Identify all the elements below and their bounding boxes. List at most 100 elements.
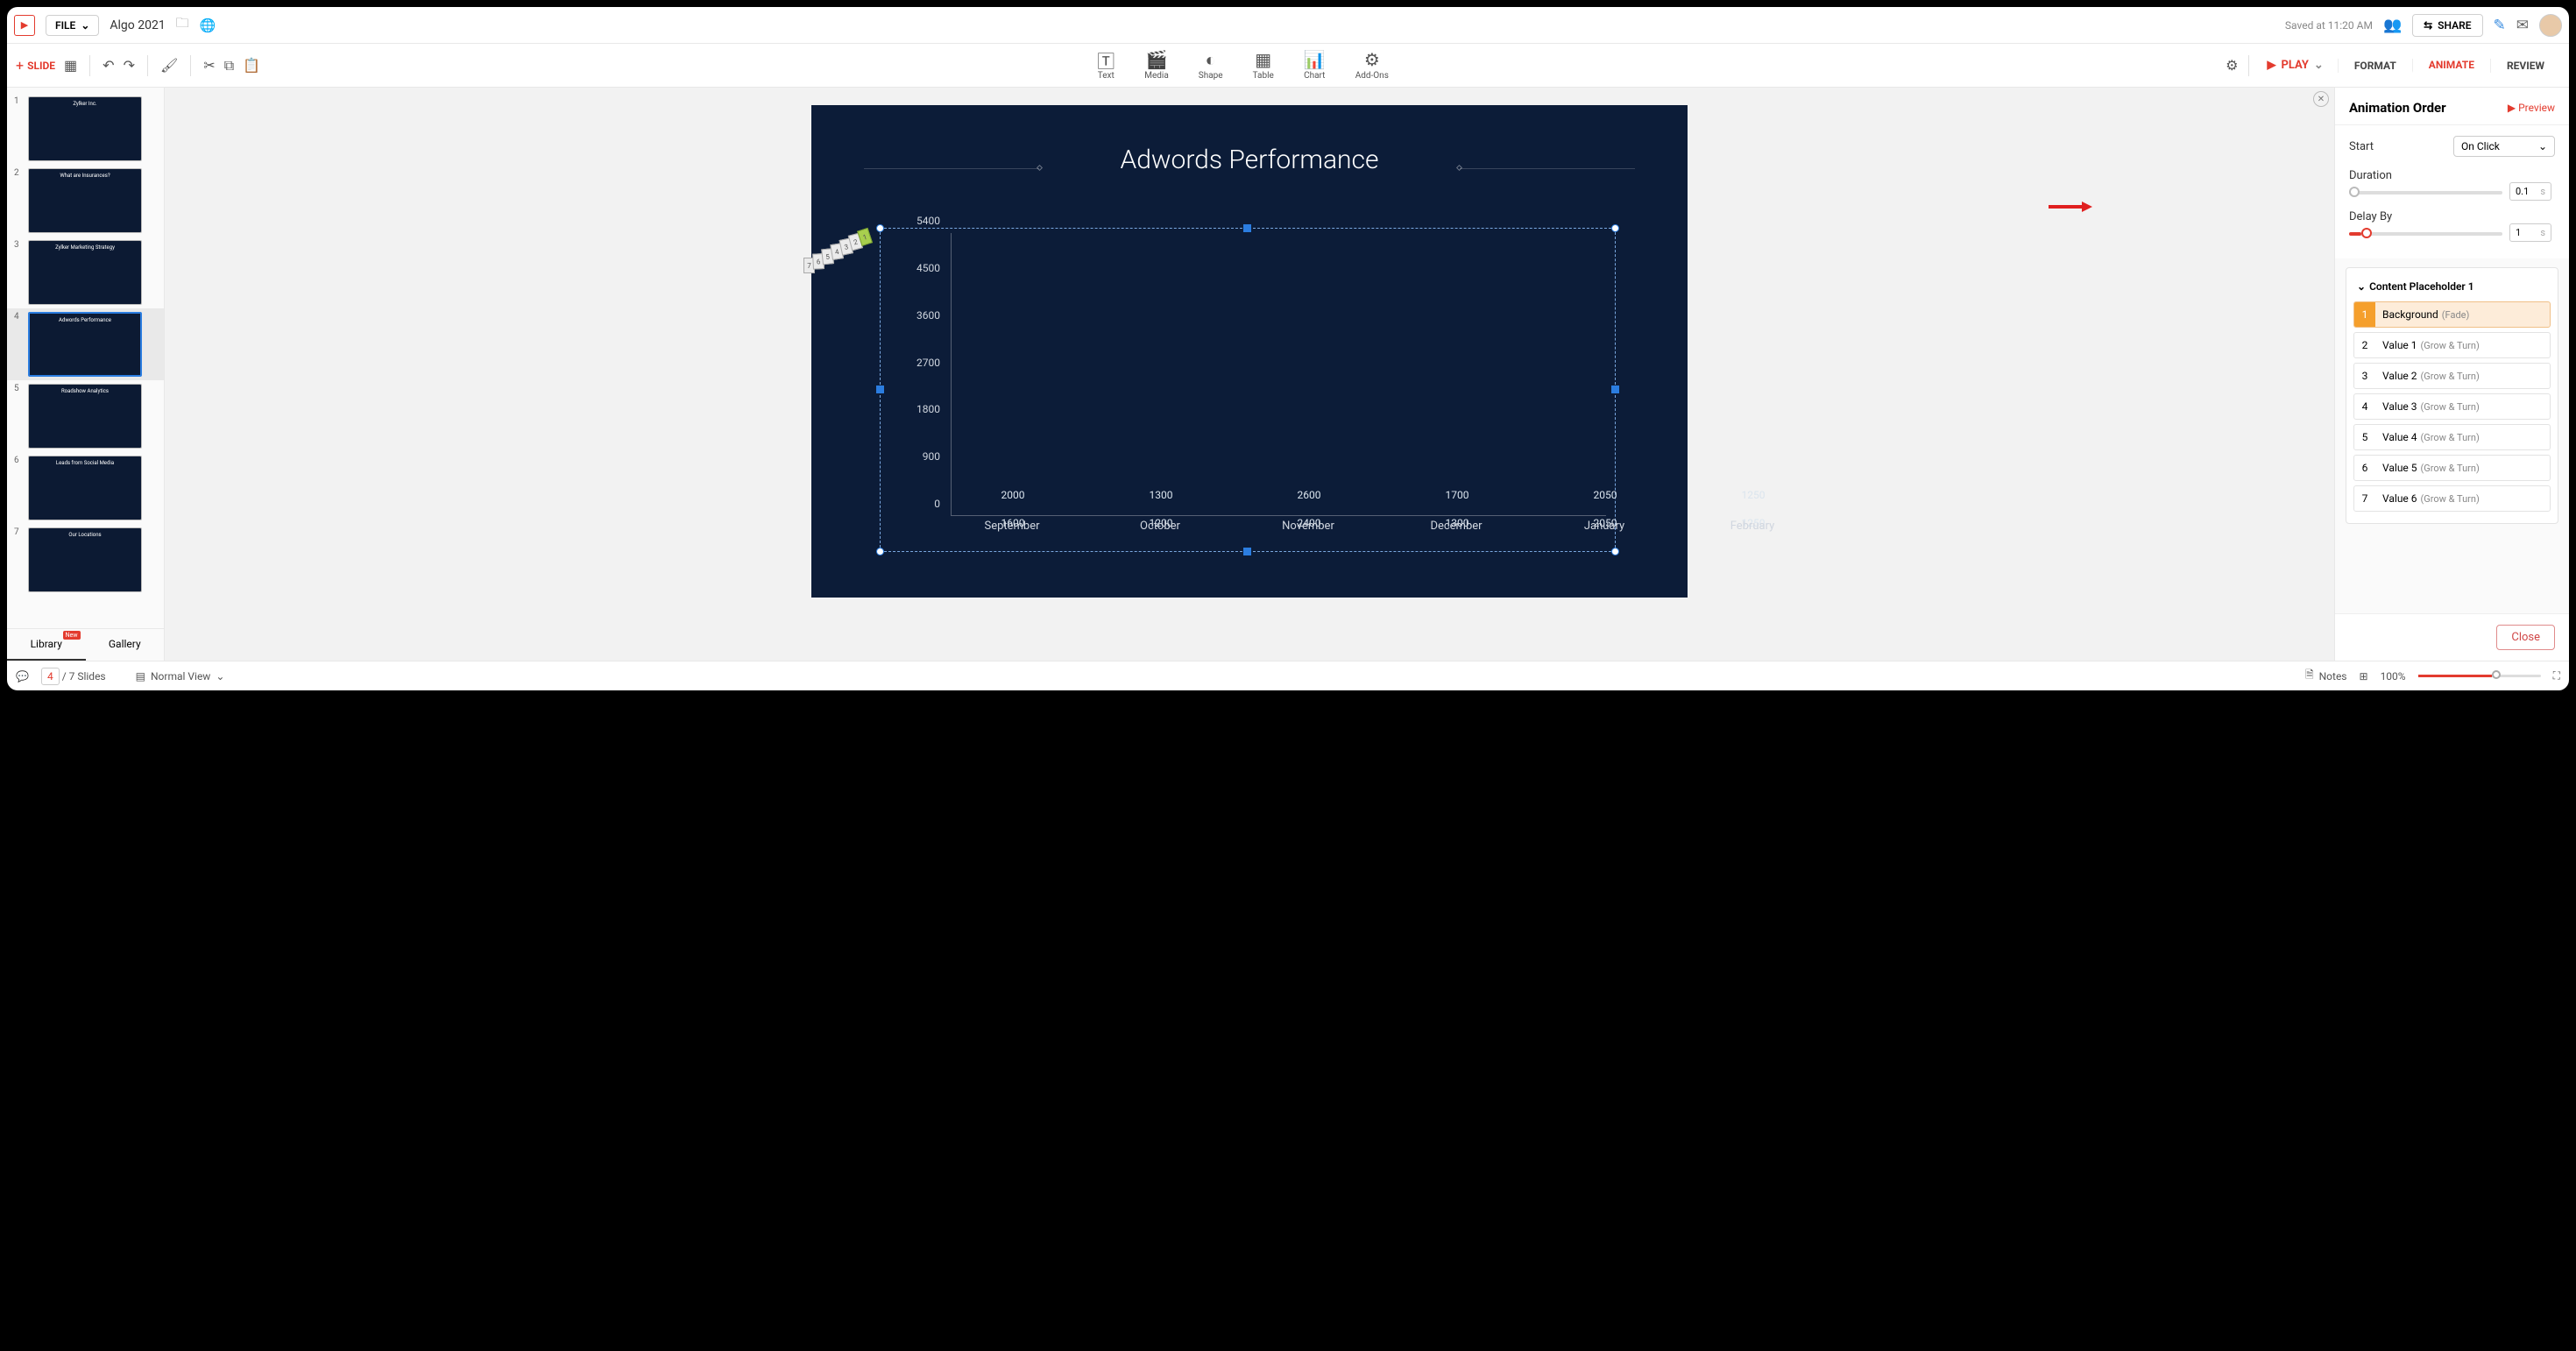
y-tick-label: 5400 [916, 215, 940, 227]
share-button[interactable]: ⇆ SHARE [2412, 14, 2482, 37]
table-icon: ▦ [1255, 50, 1271, 69]
animation-item[interactable]: 3Value 2(Grow & Turn) [2353, 363, 2551, 389]
comments-icon[interactable]: 💬 [16, 670, 29, 683]
resize-handle[interactable] [876, 548, 884, 555]
insert-text-button[interactable]: 🅃Text [1097, 50, 1115, 81]
share-label: SHARE [2438, 19, 2471, 32]
zoom-slider[interactable] [2418, 675, 2541, 677]
layout-icon[interactable]: ▦ [64, 57, 77, 74]
tab-animate[interactable]: ANIMATE [2412, 59, 2490, 73]
folder-icon[interactable]: 🗀 [176, 14, 189, 36]
collaborators-icon[interactable]: 👥 [2383, 17, 2402, 34]
view-mode-select[interactable]: ▤ Normal View ⌄ [136, 670, 225, 683]
resize-handle[interactable] [876, 385, 884, 393]
current-slide-number[interactable]: 4 [41, 668, 60, 685]
slide[interactable]: Adwords Performance 7654321 090018002700… [811, 105, 1688, 598]
tab-format[interactable]: FORMAT [2338, 59, 2412, 73]
paste-icon[interactable]: 📋 [243, 57, 260, 74]
callout-arrow-icon [2049, 200, 2092, 212]
animation-item[interactable]: 1Background(Fade) [2353, 301, 2551, 328]
x-tick-label: September [984, 520, 1039, 533]
x-tick-label: October [1140, 520, 1180, 533]
globe-icon[interactable]: 🌐 [200, 18, 216, 33]
fit-icon[interactable]: ⛶ [2553, 669, 2560, 683]
shape-icon: ◐ [1206, 50, 1216, 69]
resize-handle[interactable] [1611, 385, 1619, 393]
duration-slider[interactable]: 0.1s [2349, 191, 2502, 195]
delay-input[interactable]: 1s [2509, 223, 2551, 242]
slide-thumbnail[interactable]: 2What are Insurances? [7, 165, 164, 237]
file-menu-button[interactable]: FILE ⌄ [46, 15, 99, 36]
resize-handle[interactable] [876, 224, 884, 232]
resize-handle[interactable] [1243, 548, 1251, 555]
undo-icon[interactable]: ↶ [103, 57, 114, 74]
total-slides: / 7 Slides [62, 670, 106, 683]
x-tick-label: February [1730, 520, 1775, 533]
chart: 090018002700360045005400 1600 2000 1200 … [907, 233, 1606, 542]
start-select[interactable]: On Click ⌄ [2453, 136, 2555, 157]
insert-chart-button[interactable]: 📊Chart [1304, 50, 1326, 81]
avatar[interactable] [2539, 14, 2562, 37]
app-logo-icon: ▶ [14, 15, 35, 36]
zoom-value: 100% [2381, 670, 2406, 683]
cut-icon[interactable]: ✂ [203, 57, 215, 74]
slide-thumbnail[interactable]: 3Zylker Marketing Strategy [7, 237, 164, 308]
document-title[interactable]: Algo 2021 [110, 18, 165, 32]
insert-table-button[interactable]: ▦Table [1253, 50, 1274, 81]
chart-selection[interactable]: 7654321 090018002700360045005400 1600 20… [880, 228, 1616, 552]
media-icon: 🎬 [1146, 50, 1168, 69]
close-panel-icon[interactable]: ✕ [2313, 91, 2329, 107]
chevron-down-icon: ⌄ [2357, 280, 2366, 293]
slide-thumbnail[interactable]: 7Our Locations [7, 524, 164, 596]
format-painter-icon[interactable]: 🖌 [160, 57, 178, 74]
share-icon: ⇆ [2424, 19, 2432, 32]
panel-tab-library[interactable]: Library New [7, 629, 86, 661]
resize-handle[interactable] [1243, 224, 1251, 232]
duration-label: Duration [2349, 169, 2392, 182]
y-tick-label: 1800 [916, 403, 940, 415]
settings-icon[interactable]: ⚙ [2226, 57, 2238, 74]
resize-handle[interactable] [1611, 224, 1619, 232]
canvas[interactable]: ✕ Adwords Performance 7654321 [165, 88, 2334, 661]
animation-panel-title: Animation Order [2349, 100, 2446, 116]
view-icon: ▤ [136, 670, 145, 683]
mail-icon[interactable]: ✉ [2516, 17, 2529, 34]
chevron-down-icon: ⌄ [2538, 140, 2547, 152]
copy-icon[interactable]: ⧉ [224, 57, 234, 74]
panel-tab-gallery[interactable]: Gallery [86, 629, 165, 661]
delay-slider[interactable]: 1s [2349, 232, 2502, 236]
preview-button[interactable]: ▶Preview [2508, 102, 2555, 114]
chevron-down-icon: ⌄ [2314, 59, 2324, 72]
resize-handle[interactable] [1611, 548, 1619, 555]
notes-button[interactable]: 🗎Notes [2305, 667, 2347, 685]
duration-input[interactable]: 0.1s [2509, 182, 2551, 201]
animation-item[interactable]: 5Value 4(Grow & Turn) [2353, 424, 2551, 450]
file-menu-label: FILE [55, 19, 75, 32]
animation-item[interactable]: 2Value 1(Grow & Turn) [2353, 332, 2551, 358]
start-label: Start [2349, 140, 2374, 153]
redo-icon[interactable]: ↷ [124, 57, 135, 74]
y-tick-label: 0 [934, 498, 940, 510]
addons-button[interactable]: ⚙Add-Ons [1355, 50, 1389, 81]
insert-media-button[interactable]: 🎬Media [1144, 50, 1169, 81]
slide-thumbnail[interactable]: 4Adwords Performance [7, 308, 164, 380]
new-slide-button[interactable]: + SLIDE [16, 57, 55, 74]
brush-icon[interactable]: ✎ [2494, 17, 2506, 34]
grid-icon[interactable]: ⊞ [2360, 670, 2368, 683]
slide-thumbnail[interactable]: 5Roadshow Analytics [7, 380, 164, 452]
toolbar: + SLIDE ▦ ↶ ↷ 🖌 ✂ ⧉ 📋 🅃Text 🎬Media ◐Shap… [7, 44, 2569, 88]
animation-item[interactable]: 7Value 6(Grow & Turn) [2353, 485, 2551, 512]
insert-shape-button[interactable]: ◐Shape [1199, 50, 1223, 81]
slide-thumbnail[interactable]: 6Leads from Social Media [7, 452, 164, 524]
animation-item[interactable]: 4Value 3(Grow & Turn) [2353, 393, 2551, 420]
slide-thumbnails: 1Zylker Inc.2What are Insurances?3Zylker… [7, 88, 164, 628]
slide-thumbnail[interactable]: 1Zylker Inc. [7, 93, 164, 165]
placeholder-header[interactable]: ⌄ Content Placeholder 1 [2353, 275, 2551, 301]
text-icon: 🅃 [1097, 50, 1115, 69]
play-button[interactable]: ▶PLAY⌄ [2260, 59, 2330, 72]
animation-item[interactable]: 6Value 5(Grow & Turn) [2353, 455, 2551, 481]
tab-review[interactable]: REVIEW [2490, 59, 2560, 73]
chevron-down-icon: ⌄ [81, 19, 89, 32]
y-tick-label: 4500 [916, 262, 940, 274]
close-button[interactable]: Close [2496, 625, 2555, 650]
